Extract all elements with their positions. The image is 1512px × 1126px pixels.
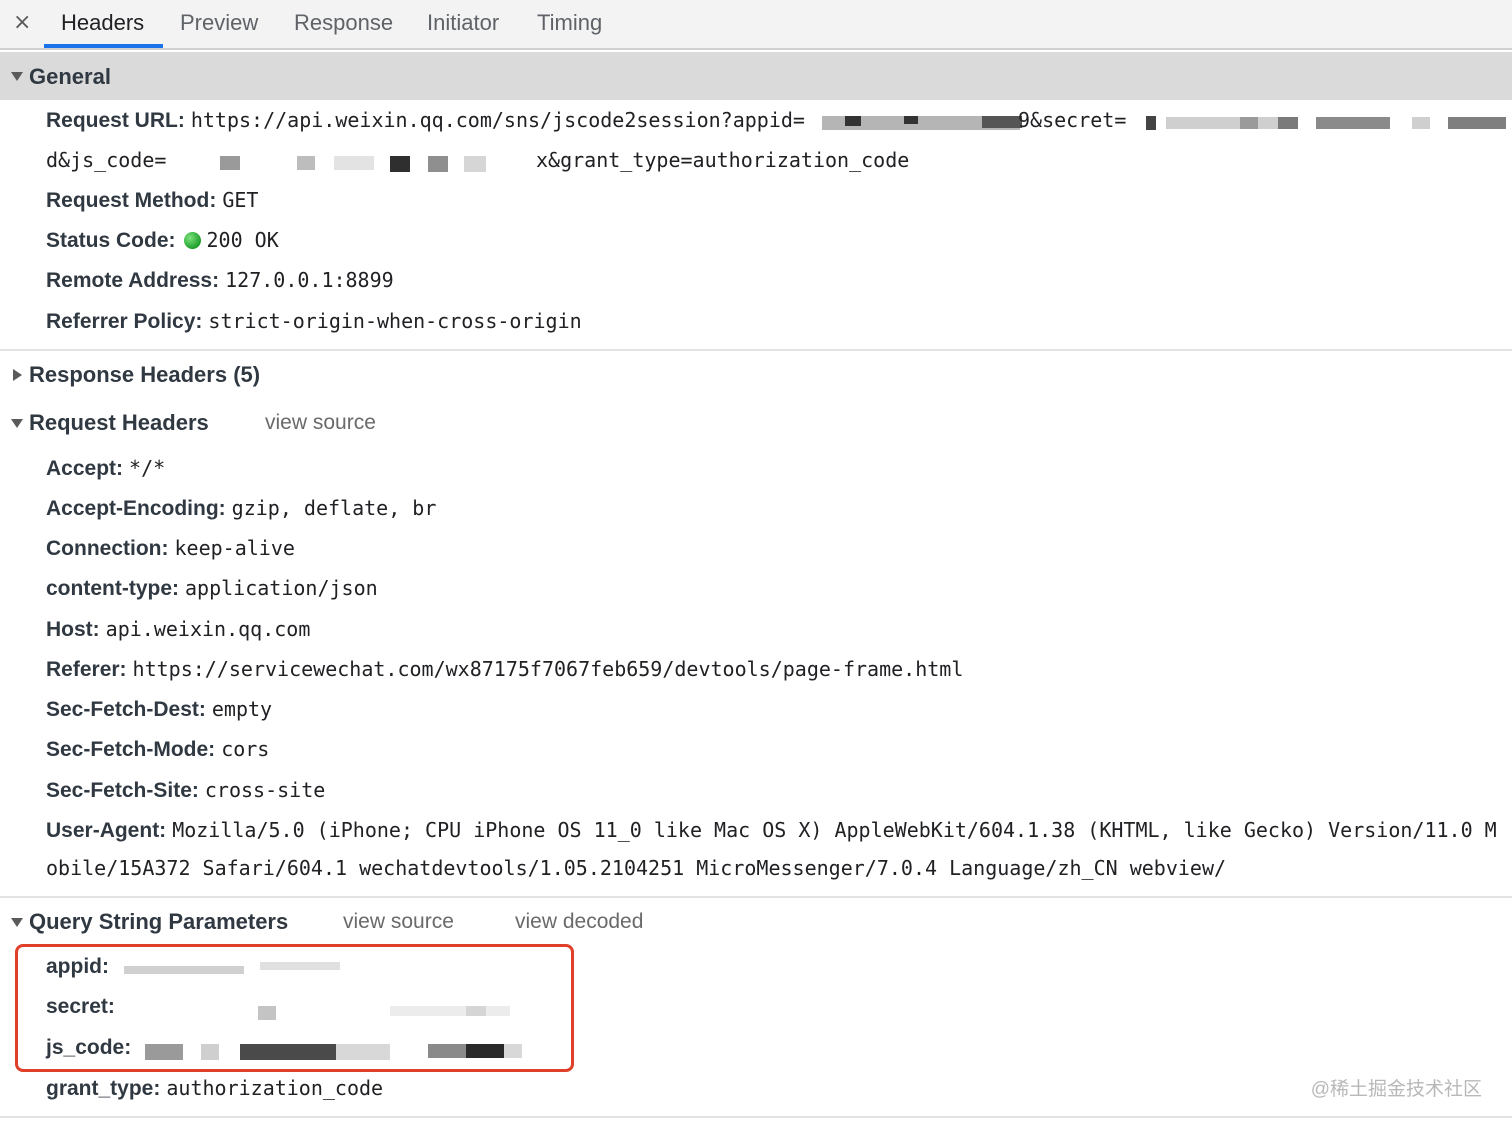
header-row-connection: Connection: keep-alive <box>46 536 295 560</box>
redacted-secret-block <box>1166 117 1296 129</box>
header-row-host: Host: api.weixin.qq.com <box>46 617 311 641</box>
tab-preview[interactable]: Preview <box>180 9 258 37</box>
tab-initiator[interactable]: Initiator <box>427 9 499 37</box>
collapse-triangle-icon[interactable] <box>13 369 22 381</box>
watermark: @稀土掘金技术社区 <box>1310 1079 1482 1100</box>
devtools-tab-bar: × Headers Preview Response Initiator Tim… <box>0 0 1512 50</box>
expand-triangle-icon[interactable] <box>11 72 23 81</box>
expand-triangle-icon[interactable] <box>11 918 23 927</box>
query-row-grant-type: grant_type: authorization_code <box>46 1076 384 1100</box>
redacted-mark <box>1146 116 1156 130</box>
redacted-mark <box>1448 117 1506 129</box>
redacted-mark <box>982 116 1022 128</box>
header-row-user-agent-cont: obile/15A372 Safari/604.1 wechatdevtools… <box>46 856 1227 880</box>
header-row-accept: Accept: */* <box>46 456 166 480</box>
response-headers-title[interactable]: Response Headers (5) <box>29 361 260 389</box>
redacted-mark <box>1278 117 1298 129</box>
header-row-sec-fetch-dest: Sec-Fetch-Dest: empty <box>46 697 273 721</box>
header-row-referer: Referer: https://servicewechat.com/wx8717… <box>46 657 964 681</box>
header-row-sec-fetch-mode: Sec-Fetch-Mode: cors <box>46 737 270 761</box>
referrer-policy-row: Referrer Policy: strict-origin-when-cross… <box>46 309 582 333</box>
highlight-box <box>15 944 574 1072</box>
url-grant-fragment: x&grant_type=authorization_code <box>536 148 910 172</box>
url-secret-fragment: 9&secret= <box>1018 108 1127 132</box>
redacted-mark <box>904 116 918 124</box>
request-url-row-2: d&js_code= <box>46 146 166 175</box>
request-headers-title[interactable]: Request Headers <box>29 409 209 437</box>
view-source-link[interactable]: view source <box>265 409 376 437</box>
request-url-value[interactable]: https://api.weixin.qq.com/sns/jscode2ses… <box>191 108 805 132</box>
general-title: General <box>29 64 111 89</box>
close-icon[interactable]: × <box>13 9 31 37</box>
header-row-accept-encoding: Accept-Encoding: gzip, deflate, br <box>46 496 437 520</box>
section-divider <box>0 896 1512 898</box>
tab-response[interactable]: Response <box>294 9 393 37</box>
expand-triangle-icon[interactable] <box>11 419 23 428</box>
redacted-mark <box>1412 117 1430 129</box>
request-url-value-2[interactable]: d&js_code= <box>46 148 166 172</box>
section-divider <box>0 1116 1512 1118</box>
header-row-sec-fetch-site: Sec-Fetch-Site: cross-site <box>46 778 326 802</box>
query-params-title[interactable]: Query String Parameters <box>29 908 288 936</box>
view-source-link[interactable]: view source <box>343 908 454 936</box>
status-code-row: Status Code: 200 OK <box>46 228 279 252</box>
remote-address-row: Remote Address: 127.0.0.1:8899 <box>46 268 394 292</box>
request-method-row: Request Method: GET <box>46 188 259 212</box>
redacted-mark <box>428 156 448 172</box>
tab-headers[interactable]: Headers <box>61 9 144 37</box>
tab-timing[interactable]: Timing <box>537 9 602 37</box>
request-url-key: Request URL: <box>46 109 185 132</box>
active-tab-indicator <box>44 44 163 48</box>
general-section-header[interactable]: General <box>0 52 1512 100</box>
view-decoded-link[interactable]: view decoded <box>515 908 643 936</box>
section-divider <box>0 349 1512 351</box>
status-ok-icon <box>183 232 201 249</box>
redacted-mark <box>845 116 861 126</box>
request-url-row: Request URL: https://api.weixin.qq.com/sn… <box>46 106 805 135</box>
redacted-mark <box>334 156 374 170</box>
header-row-content-type: content-type: application/json <box>46 576 378 600</box>
redacted-mark <box>390 156 410 172</box>
redacted-mark <box>1240 117 1258 129</box>
header-row-user-agent: User-Agent: Mozilla/5.0 (iPhone; CPU iPho… <box>46 818 1497 842</box>
redacted-mark <box>220 156 240 170</box>
redacted-mark <box>297 156 315 170</box>
redacted-mark <box>464 156 486 172</box>
redacted-mark <box>1316 117 1390 129</box>
